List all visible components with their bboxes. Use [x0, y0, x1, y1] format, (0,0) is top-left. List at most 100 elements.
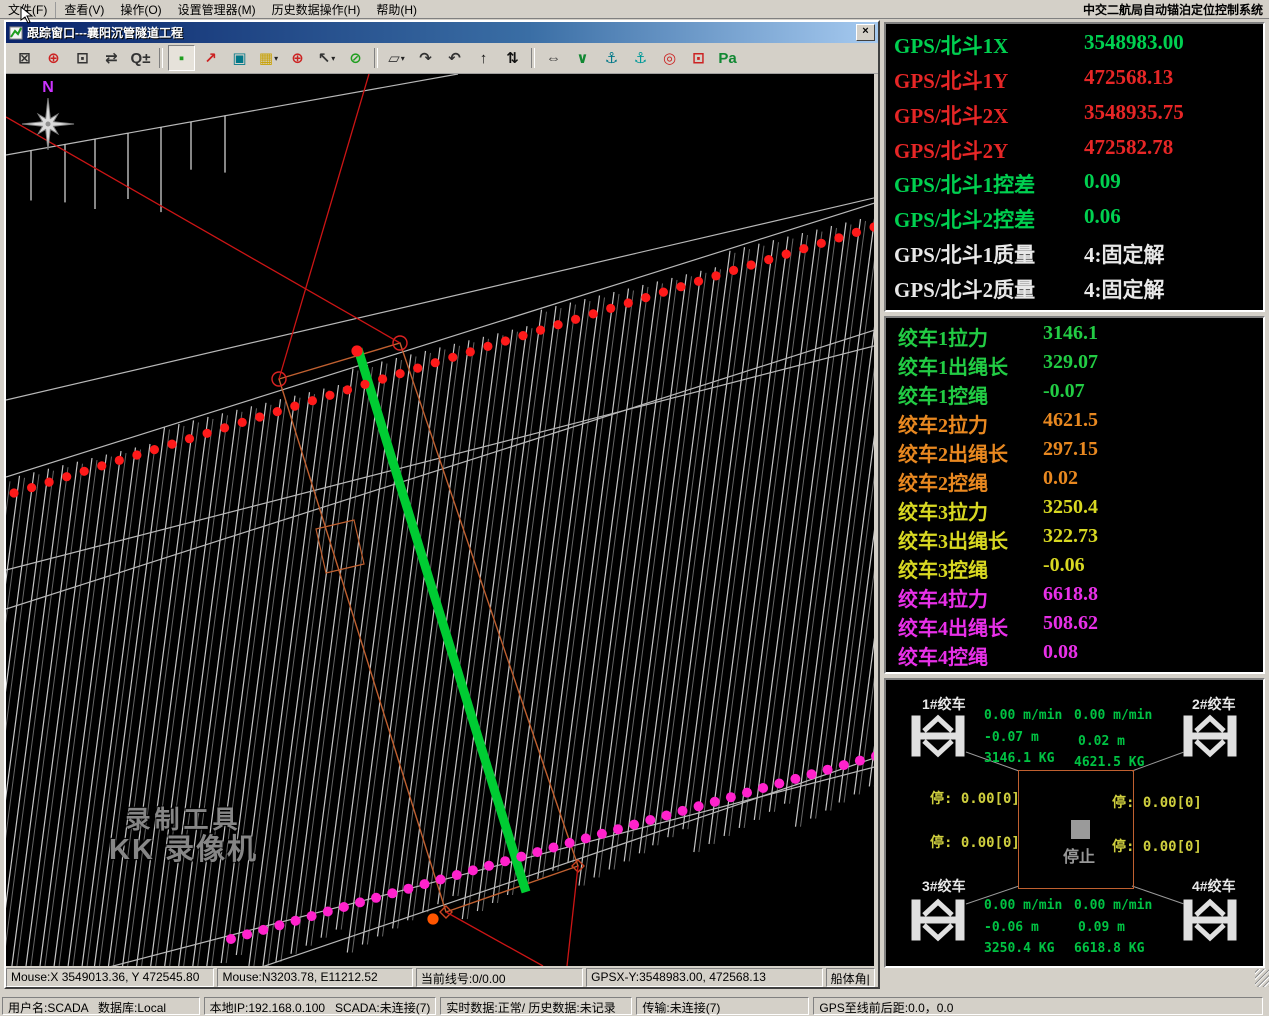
data-row: 绞车4出绳长 508.62	[886, 612, 1263, 641]
winch3-force: 3250.4 KG	[984, 941, 1054, 956]
winch-icon	[1184, 716, 1236, 756]
toolbar-separator	[374, 48, 378, 68]
no-draw-icon[interactable]: ⊘	[342, 45, 369, 71]
stop-button[interactable]	[1071, 820, 1090, 839]
status-segment: GPS至线前后距:0.0，0.0	[813, 997, 1263, 1015]
menu-item-1[interactable]: 查看(V)	[56, 2, 112, 18]
data-row: 绞车3拉力 3250.4	[886, 496, 1263, 525]
track-point-icon[interactable]: ▪	[168, 45, 195, 71]
menu-item-5[interactable]: 帮助(H)	[368, 2, 425, 18]
data-row: 绞车3出绳长 322.73	[886, 525, 1263, 554]
fit-width-icon[interactable]: ⇔	[540, 45, 567, 71]
data-row: 绞车1拉力 3146.1	[886, 322, 1263, 351]
app-status-bar: 用户名:SCADA 数据库:Local本地IP:192.168.0.100 SC…	[0, 995, 1269, 1016]
eraser-icon[interactable]: ▱▾	[383, 45, 410, 71]
winch-icon	[912, 900, 964, 940]
winch3-speed: 0.00 m/min	[984, 898, 1062, 913]
tunnel-plan-drawing: N	[6, 74, 874, 966]
winch2-speed: 0.00 m/min	[1074, 708, 1152, 723]
data-row: 绞车4拉力 6618.8	[886, 583, 1263, 612]
data-row: GPS/北斗2质量 4:固定解	[886, 274, 1263, 304]
menu-items: 文件(F)查看(V)操作(O)设置管理器(M)历史数据操作(H)帮助(H)	[0, 1, 425, 18]
toolbar: ⊠ ⊕ ⊡ ⇄ Q± ▪ ↗ ▣ ▦▾ ⊕ ↖▾ ⊘ ▱▾ ↷ ↶ ↑ ⇅ ⇔ …	[6, 43, 878, 74]
mouse-cursor	[20, 6, 34, 24]
grid-icon[interactable]: ▦▾	[255, 45, 282, 71]
zoom-scale-icon[interactable]: Q±	[127, 45, 154, 71]
data-row: 绞车2控绳 0.02	[886, 467, 1263, 496]
data-row: GPS/北斗2X 3548935.75	[886, 100, 1263, 130]
winch1-speed: 0.00 m/min	[984, 708, 1062, 723]
winch1-label: 1#绞车	[922, 694, 966, 714]
compass-rose: N	[22, 79, 74, 150]
vessel-outline: 停止	[1018, 770, 1134, 889]
winch2-force: 4621.5 KG	[1074, 755, 1144, 770]
toolbar-separator	[531, 48, 535, 68]
updown-arrow-icon[interactable]: ⇅	[499, 45, 526, 71]
status-segment: GPSX-Y:3548983.00, 472568.13	[586, 968, 823, 987]
map-canvas[interactable]: N 录制工具 KK 录像机	[6, 74, 874, 966]
winch2-rope: 0.02 m	[1078, 734, 1125, 749]
data-row: 绞车1控绳 -0.07	[886, 380, 1263, 409]
data-row: 绞车4控绳 0.08	[886, 641, 1263, 670]
menu-item-2[interactable]: 操作(O)	[112, 2, 169, 18]
gps-data-panel: GPS/北斗1X 3548983.00 GPS/北斗1Y 472568.13 G…	[884, 22, 1265, 312]
winch3-stop-status: 停: 0.00[0]	[930, 832, 1020, 852]
move-point-icon[interactable]: ↗	[197, 45, 224, 71]
up-arrow-icon[interactable]: ↑	[470, 45, 497, 71]
status-segment: 船体角|	[826, 968, 875, 987]
north-label: N	[42, 79, 54, 96]
data-row: GPS/北斗2控差 0.06	[886, 204, 1263, 234]
winch-icon	[1184, 900, 1236, 940]
curve-check-icon[interactable]: ∨	[569, 45, 596, 71]
winch1-force: 3146.1 KG	[984, 751, 1054, 766]
anchor-up-icon[interactable]: ⚓	[598, 45, 625, 71]
redo-icon[interactable]: ↷	[412, 45, 439, 71]
status-segment: 用户名:SCADA 数据库:Local	[2, 997, 200, 1015]
winch4-speed: 0.00 m/min	[1074, 898, 1152, 913]
app-title: 中交二航局自动锚泊定位控制系统	[1083, 1, 1269, 18]
data-row: GPS/北斗2Y 472582.78	[886, 135, 1263, 165]
window-icon	[9, 26, 23, 40]
data-row: 绞车2拉力 4621.5	[886, 409, 1263, 438]
select-arrow-icon[interactable]: ↖▾	[313, 45, 340, 71]
status-segment: 本地IP:192.168.0.100 SCADA:未连接(7)	[204, 997, 437, 1015]
zoom-window-icon[interactable]: ⊡	[69, 45, 96, 71]
winch2-label: 2#绞车	[1192, 694, 1236, 714]
record-box-icon[interactable]: ⊡	[685, 45, 712, 71]
target-center-icon[interactable]: ⊕	[40, 45, 67, 71]
menu-bar: 文件(F)查看(V)操作(O)设置管理器(M)历史数据操作(H)帮助(H) 中交…	[0, 0, 1269, 19]
menu-item-3[interactable]: 设置管理器(M)	[170, 2, 264, 18]
winch1-stop-status: 停: 0.00[0]	[930, 788, 1020, 808]
window-title: 跟踪窗口---襄阳沉管隧道工程	[27, 24, 856, 41]
data-row: GPS/北斗1控差 0.09	[886, 169, 1263, 199]
pa-icon[interactable]: Pa	[714, 45, 741, 71]
menu-item-4[interactable]: 历史数据操作(H)	[264, 2, 369, 18]
status-segment: 传输:未连接(7)	[636, 997, 809, 1015]
data-row: 绞车3控绳 -0.06	[886, 554, 1263, 583]
pan-icon[interactable]: ⇄	[98, 45, 125, 71]
winch-diagram-panel: 1#绞车 2#绞车 3#绞车 4#绞车 0.00 m/min 0.00 m/mi…	[884, 678, 1265, 968]
winch-data-panel: 绞车1拉力 3146.1 绞车1出绳长 329.07 绞车1控绳 -0.07 绞…	[884, 316, 1265, 674]
close-icon[interactable]: ×	[856, 24, 875, 41]
data-row: GPS/北斗1X 3548983.00	[886, 30, 1263, 60]
application-window: 文件(F)查看(V)操作(O)设置管理器(M)历史数据操作(H)帮助(H) 中交…	[0, 0, 1269, 1016]
crosshair-icon[interactable]: ⊕	[284, 45, 311, 71]
status-segment: 实时数据:正常/ 历史数据:未记录	[440, 997, 632, 1015]
resize-grip[interactable]	[1255, 969, 1269, 987]
winch3-rope: -0.06 m	[984, 920, 1039, 935]
tracking-window: 跟踪窗口---襄阳沉管隧道工程 × ⊠ ⊕ ⊡ ⇄ Q± ▪ ↗ ▣ ▦▾ ⊕ …	[4, 20, 880, 989]
toolbar-separator	[159, 48, 163, 68]
target-circle-icon[interactable]: ◎	[656, 45, 683, 71]
winch4-label: 4#绞车	[1192, 876, 1236, 896]
status-segment: 当前线号:0/0.00	[416, 968, 583, 987]
zoom-extents-icon[interactable]: ⊠	[11, 45, 38, 71]
stop-button-label: 停止	[1063, 843, 1095, 867]
window-status-bar: Mouse:X 3549013.36, Y 472545.80Mouse:N32…	[6, 966, 878, 987]
winch-icon	[912, 716, 964, 756]
tracking-window-titlebar[interactable]: 跟踪窗口---襄阳沉管隧道工程 ×	[6, 22, 878, 43]
anchor-down-icon[interactable]: ⚓	[627, 45, 654, 71]
undo-icon[interactable]: ↶	[441, 45, 468, 71]
winch1-rope: -0.07 m	[984, 730, 1039, 745]
status-segment: Mouse:N3203.78, E11212.52	[217, 968, 412, 987]
monitor-icon[interactable]: ▣	[226, 45, 253, 71]
